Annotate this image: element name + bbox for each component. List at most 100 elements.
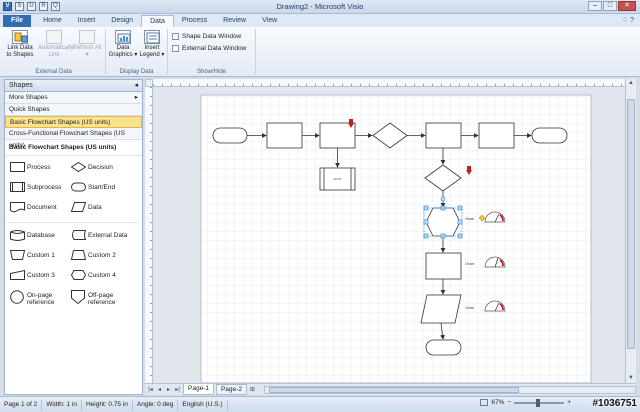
vertical-scrollbar[interactable]: ▲ ▼ (625, 79, 636, 383)
window-controls: – □ ✕ (588, 1, 636, 11)
checkbox-icon (172, 45, 179, 52)
start-terminator[interactable] (212, 127, 248, 144)
status-bar: Page 1 of 2 Width: 1 in Height: 0.75 in … (0, 396, 640, 412)
tab-design[interactable]: Design (103, 15, 141, 27)
minimize-button[interactable]: – (588, 1, 602, 11)
stencil-shape-document[interactable]: Document (10, 200, 76, 220)
external-data-window-checkbox[interactable]: External Data Window (172, 45, 246, 52)
stencil-shape-off-page-reference[interactable]: Off-page reference (71, 288, 137, 312)
fit-page-icon[interactable] (480, 399, 489, 406)
horizontal-scroll-thumb[interactable] (268, 386, 519, 393)
close-button[interactable]: ✕ (618, 1, 636, 11)
drawing-canvas[interactable]: ACCT Owner Owner Owner (153, 87, 625, 383)
process-box-2[interactable] (319, 122, 356, 149)
tab-data[interactable]: Data (141, 15, 174, 27)
more-shapes-item[interactable]: More Shapes ▸ (5, 92, 142, 104)
basic-flowchart-stencil-item[interactable]: Basic Flowchart Shapes (US units) (5, 116, 142, 128)
status-width: Width: 1 in (42, 399, 82, 410)
tab-page-2[interactable]: Page-2 (215, 384, 247, 395)
tab-page-1[interactable]: Page-1 (183, 384, 214, 395)
status-height: Height: 0.75 in (82, 399, 133, 410)
zoom-slider-thumb[interactable] (536, 398, 541, 407)
window-title: Drawing2 - Microsoft Visio (276, 2, 364, 11)
next-page-icon[interactable]: ▸ (165, 386, 172, 393)
process-box-5[interactable] (425, 252, 462, 280)
stencil-shape-decision[interactable]: Decision (71, 160, 137, 180)
process-box-4[interactable] (478, 122, 515, 149)
stencil-shape-custom-4[interactable]: Custom 4 (71, 268, 137, 288)
status-language[interactable]: English (U.S.) (178, 399, 228, 410)
shape-data-label: Owner (465, 306, 475, 310)
external-data-group-label: External Data (35, 69, 72, 75)
stencil-shape-subprocess[interactable]: Subprocess (10, 180, 76, 200)
stencil-shape-label: Decision (88, 164, 113, 171)
shapes-panel: Shapes ◂ More Shapes ▸ Quick Shapes Basic… (4, 79, 143, 395)
drawing-page[interactable]: ACCT Owner Owner Owner (153, 87, 625, 383)
stencil-shape-database[interactable]: Database (10, 228, 76, 248)
help-icon[interactable]: ♢ ? (622, 16, 634, 24)
tab-view[interactable]: View (254, 15, 285, 27)
zoom-slider[interactable] (514, 398, 565, 407)
auto-link-button[interactable]: Automatically Link (38, 30, 74, 59)
cross-functional-stencil-item[interactable]: Cross-Functional Flowchart Shapes (US un… (5, 128, 142, 149)
process-box-1[interactable] (266, 122, 303, 149)
ribbon-tabs: File Home Insert Design Data Process Rev… (0, 14, 640, 27)
tab-insert[interactable]: Insert (70, 15, 104, 27)
shape-data-window-checkbox[interactable]: Shape Data Window (172, 33, 241, 40)
zoom-in-icon[interactable]: + (567, 399, 571, 406)
stencil-shape-custom-2[interactable]: Custom 2 (71, 248, 137, 268)
stencil-shape-start-end[interactable]: Start/End (71, 180, 137, 200)
horizontal-scrollbar[interactable] (263, 385, 636, 394)
ribbon: Link Data to Shapes Automatically Link R… (0, 27, 640, 77)
on-page-reference-shape-icon (10, 290, 24, 304)
stencil-shape-label: Document (27, 204, 57, 211)
lower-terminator[interactable] (425, 339, 462, 356)
stencil-shape-label: Database (27, 232, 55, 239)
chevron-right-icon: ▸ (134, 94, 138, 101)
page-tab-bar: |◂ ◂ ▸ ▸| Page-1 Page-2 ⊞ (145, 383, 636, 395)
process-box-3[interactable] (425, 122, 462, 149)
stencil-shape-label: Custom 2 (88, 252, 116, 259)
link-data-button[interactable]: Link Data to Shapes (4, 30, 36, 59)
stencil-shape-custom-1[interactable]: Custom 1 (10, 248, 76, 268)
more-shapes-label: More Shapes (9, 94, 48, 101)
stencil-title: Basic Flowchart Shapes (US units) (5, 140, 142, 156)
prev-page-icon[interactable]: ◂ (156, 386, 163, 393)
first-page-icon[interactable]: |◂ (147, 386, 154, 393)
scroll-down-icon[interactable]: ▼ (626, 374, 636, 383)
vertical-scroll-thumb[interactable] (627, 99, 635, 349)
tab-process[interactable]: Process (174, 15, 215, 27)
end-terminator[interactable] (531, 127, 568, 144)
ruler-corner (145, 79, 153, 87)
refresh-all-button[interactable]: Refresh All ▾ (72, 30, 102, 59)
scroll-up-icon[interactable]: ▲ (626, 79, 636, 88)
selected-hexagon[interactable] (425, 207, 461, 237)
collapse-panel-icon[interactable]: ◂ (134, 80, 138, 92)
data-parallelogram[interactable] (420, 294, 462, 324)
insert-legend-label: Insert Legend ▾ (139, 45, 165, 58)
stencil-shape-custom-3[interactable]: Custom 3 (10, 268, 76, 288)
last-page-icon[interactable]: ▸| (174, 386, 181, 393)
tab-file[interactable]: File (3, 15, 32, 27)
stencil-shape-label: Off-page reference (88, 292, 116, 306)
stencil-shape-process[interactable]: Process (10, 160, 76, 180)
insert-legend-button[interactable]: Insert Legend ▾ (138, 30, 166, 59)
zoom-level[interactable]: 67% (491, 399, 504, 406)
checkbox-icon (172, 33, 179, 40)
insert-page-icon[interactable]: ⊞ (249, 386, 256, 393)
tab-home[interactable]: Home (35, 15, 70, 27)
stencil-shape-external-data[interactable]: External Data (71, 228, 137, 248)
stencil-shape-label: Process (27, 164, 51, 171)
status-page-number[interactable]: Page 1 of 2 (0, 399, 43, 410)
zoom-out-icon[interactable]: − (507, 399, 511, 406)
subprocess-shape-icon (10, 182, 25, 192)
stencil-shape-data[interactable]: Data (71, 200, 137, 220)
maximize-button[interactable]: □ (603, 1, 617, 11)
data-shape-icon (71, 202, 86, 212)
shapes-panel-title: Shapes (9, 82, 33, 89)
stencil-shape-on-page-reference[interactable]: On-page reference (10, 288, 76, 312)
data-graphics-button[interactable]: Data Graphics ▾ (108, 30, 138, 59)
quick-shapes-item[interactable]: Quick Shapes (5, 104, 142, 116)
link-data-icon (12, 30, 28, 44)
tab-review[interactable]: Review (215, 15, 254, 27)
